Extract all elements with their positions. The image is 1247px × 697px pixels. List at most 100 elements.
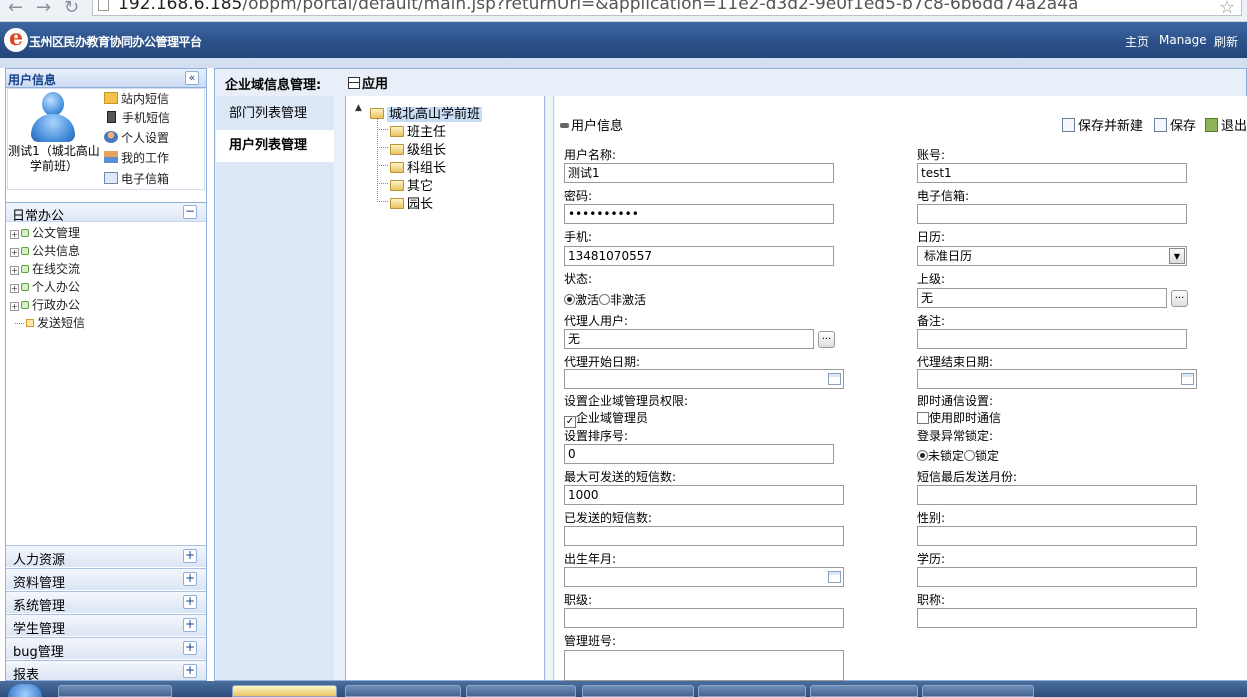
- im-checkbox[interactable]: [917, 412, 929, 424]
- refresh-link[interactable]: 刷新: [1214, 33, 1238, 50]
- daily-office-header[interactable]: 日常办公 −: [6, 202, 206, 224]
- section-hr[interactable]: 人力资源 +: [6, 545, 206, 568]
- tree-item-admin[interactable]: + 行政办公: [10, 296, 80, 313]
- url-text[interactable]: 192.168.6.185/obpm/portal/default/main.j…: [118, 0, 1078, 14]
- proxy-start-date-field[interactable]: [564, 369, 844, 389]
- dropdown-arrow-icon[interactable]: ▼: [1169, 248, 1185, 264]
- forward-icon[interactable]: →: [36, 0, 51, 17]
- tree-item-personal[interactable]: + 个人办公: [10, 278, 80, 295]
- status-radio-group: 激活 非激活: [564, 291, 646, 308]
- calendar-icon[interactable]: [1181, 373, 1194, 385]
- gender-field[interactable]: [917, 526, 1197, 546]
- taskbar-item[interactable]: [466, 685, 576, 697]
- status-active-radio[interactable]: [564, 294, 575, 305]
- manage-link[interactable]: Manage: [1159, 33, 1207, 47]
- quicklink-work[interactable]: 我的工作: [104, 149, 169, 166]
- superior-picker-button[interactable]: ...: [1171, 290, 1188, 307]
- tree-node[interactable]: 科组长: [390, 157, 446, 176]
- lock-radio-group: 未锁定 锁定: [917, 447, 999, 464]
- proxy-field[interactable]: 无: [564, 329, 814, 349]
- taskbar-item-active[interactable]: [232, 685, 337, 697]
- subnav-dept-list[interactable]: 部门列表管理: [216, 98, 334, 130]
- subnav-user-list[interactable]: 用户列表管理: [216, 130, 334, 162]
- quicklink-email[interactable]: 电子信箱: [104, 170, 169, 187]
- folder-icon: [390, 144, 404, 155]
- label-proxy: 代理人用户:: [564, 314, 629, 328]
- title-rank-field[interactable]: [917, 608, 1197, 628]
- save-button[interactable]: 保存: [1154, 115, 1196, 134]
- section-system[interactable]: 系统管理 +: [6, 591, 206, 614]
- sent-sms-field[interactable]: [564, 526, 844, 546]
- tree-node[interactable]: 园长: [390, 193, 433, 212]
- mobile-field[interactable]: 13481070557: [564, 246, 834, 266]
- taskbar-item[interactable]: [698, 685, 806, 697]
- taskbar-item[interactable]: [922, 685, 1034, 697]
- expand-plus-icon[interactable]: +: [183, 641, 197, 655]
- node-icon: [21, 247, 29, 255]
- phone-icon: [107, 111, 116, 123]
- exit-button[interactable]: 退出: [1205, 115, 1247, 134]
- quicklink-sms[interactable]: 手机短信: [104, 109, 170, 126]
- taskbar-item[interactable]: [345, 685, 461, 697]
- taskbar-item[interactable]: [582, 685, 694, 697]
- calendar-select[interactable]: 标准日历 ▼: [917, 246, 1187, 266]
- position-field[interactable]: [564, 608, 844, 628]
- account-field[interactable]: test1: [917, 163, 1187, 183]
- apply-button[interactable]: 应用: [348, 73, 388, 92]
- admin-checkbox-label: 企业域管理员: [576, 411, 649, 425]
- expand-plus-icon[interactable]: +: [183, 572, 197, 586]
- pane-splitter[interactable]: [546, 96, 554, 680]
- expand-plus-icon[interactable]: +: [183, 549, 197, 563]
- tree-item-online-chat[interactable]: + 在线交流: [10, 260, 80, 277]
- bookmark-star-icon[interactable]: ☆: [1219, 0, 1235, 18]
- education-field[interactable]: [917, 567, 1197, 587]
- username-field[interactable]: 测试1: [564, 163, 834, 183]
- birth-date-field[interactable]: [564, 567, 844, 587]
- section-docs[interactable]: 资料管理 +: [6, 568, 206, 591]
- calendar-icon[interactable]: [828, 571, 841, 583]
- tree-collapse-icon[interactable]: ▲: [355, 103, 362, 113]
- tree-item-send-sms[interactable]: 发送短信: [15, 314, 85, 331]
- max-sms-field[interactable]: 1000: [564, 485, 844, 505]
- tree-node[interactable]: 其它: [390, 175, 433, 194]
- taskbar-item[interactable]: [810, 685, 918, 697]
- collapse-dash-icon[interactable]: [560, 123, 569, 128]
- label-username: 用户名称:: [564, 148, 617, 162]
- home-link[interactable]: 主页: [1125, 33, 1149, 50]
- password-field[interactable]: ••••••••••: [564, 204, 834, 224]
- email-field[interactable]: [917, 204, 1187, 224]
- order-field[interactable]: 0: [564, 444, 834, 464]
- start-button-icon[interactable]: [8, 684, 42, 697]
- tree-item-public-info[interactable]: + 公共信息: [10, 242, 80, 259]
- class-no-field[interactable]: [564, 650, 844, 681]
- locked-radio[interactable]: [964, 450, 976, 461]
- reload-icon[interactable]: ↻: [64, 0, 79, 17]
- unlocked-radio[interactable]: [917, 450, 928, 461]
- quicklink-site-msg[interactable]: 站内短信: [104, 90, 169, 107]
- quicklink-settings[interactable]: 个人设置: [104, 129, 169, 146]
- locked-label: 锁定: [975, 449, 1000, 463]
- expand-plus-icon[interactable]: +: [183, 618, 197, 632]
- tree-root-node[interactable]: 城北高山学前班: [370, 103, 483, 122]
- proxy-picker-button[interactable]: ...: [818, 331, 835, 348]
- tree-item-doc[interactable]: + 公文管理: [10, 224, 80, 241]
- status-inactive-radio[interactable]: [599, 294, 611, 305]
- superior-field[interactable]: 无: [917, 288, 1167, 308]
- tree-line: [377, 183, 388, 184]
- section-students[interactable]: 学生管理 +: [6, 614, 206, 637]
- save-new-button[interactable]: 保存并新建: [1062, 115, 1143, 134]
- collapse-minus-icon[interactable]: −: [183, 205, 197, 219]
- section-reports[interactable]: 报表 +: [6, 660, 206, 683]
- collapse-panel-button[interactable]: «: [185, 71, 199, 85]
- section-bugs[interactable]: bug管理 +: [6, 637, 206, 660]
- last-sms-month-field[interactable]: [917, 485, 1197, 505]
- calendar-icon[interactable]: [828, 373, 841, 385]
- tree-node[interactable]: 级组长: [390, 139, 446, 158]
- tree-node[interactable]: 班主任: [390, 121, 446, 140]
- taskbar-item[interactable]: [58, 685, 172, 697]
- proxy-end-date-field[interactable]: [917, 369, 1197, 389]
- expand-plus-icon[interactable]: +: [183, 595, 197, 609]
- back-icon[interactable]: ←: [8, 0, 23, 17]
- expand-plus-icon[interactable]: +: [183, 664, 197, 678]
- remark-field[interactable]: [917, 329, 1187, 349]
